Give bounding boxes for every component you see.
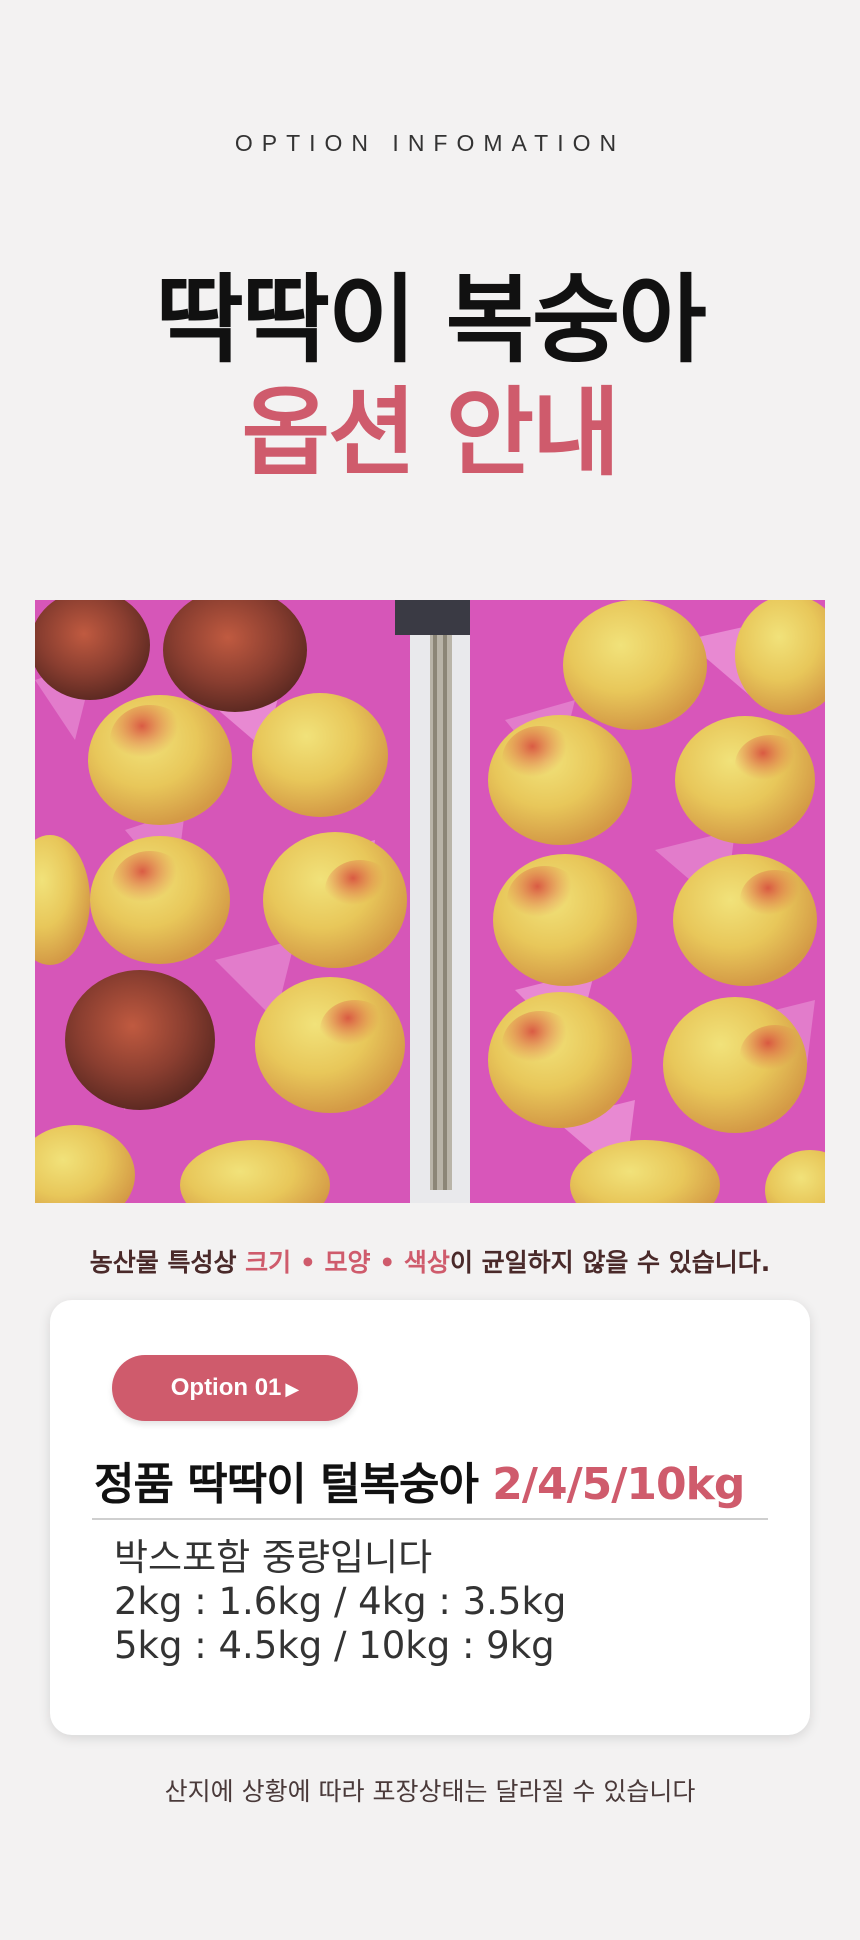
option-badge-label: Option 01	[170, 1374, 282, 1401]
quality-notice: 농산물 특성상 크기 • 모양 • 색상이 균일하지 않을 수 있습니다.	[0, 1243, 860, 1279]
product-weights: 2/4/5/10kg	[492, 1459, 745, 1510]
card-divider	[92, 1518, 768, 1520]
page-title: 딱딱이 복숭아	[155, 264, 706, 376]
option-badge: Option 01 ▶	[112, 1355, 358, 1421]
option-card: Option 01 ▶ 정품 딱딱이 털복숭아 2/4/5/10kg 박스포함 중…	[50, 1300, 810, 1735]
desc-line-2: 2kg : 1.6kg / 4kg : 3.5kg	[114, 1580, 567, 1623]
notice-prefix: 농산물 특성상	[89, 1248, 246, 1277]
notice-suffix: 이 균일하지 않을 수 있습니다.	[449, 1248, 771, 1277]
desc-line-1: 박스포함 중량입니다	[114, 1536, 433, 1579]
section-eyebrow: OPTION INFOMATION	[234, 130, 626, 156]
desc-line-3: 5kg : 4.5kg / 10kg : 9kg	[114, 1624, 555, 1667]
peach-box-photo	[35, 600, 825, 1203]
product-name: 정품 딱딱이 털복숭아	[94, 1459, 479, 1510]
notice-highlight: 크기 • 모양 • 색상	[245, 1248, 450, 1277]
play-triangle-icon: ▶	[285, 1379, 300, 1399]
page-subtitle: 옵션 안내	[241, 377, 621, 489]
product-title: 정품 딱딱이 털복숭아 2/4/5/10kg	[94, 1448, 745, 1512]
peach-box-image	[35, 600, 825, 1203]
weight-description: 박스포함 중량입니다 2kg : 1.6kg / 4kg : 3.5kg 5kg…	[114, 1536, 566, 1668]
packaging-notice: 산지에 상황에 따라 포장상태는 달라질 수 있습니다	[164, 1777, 696, 1806]
